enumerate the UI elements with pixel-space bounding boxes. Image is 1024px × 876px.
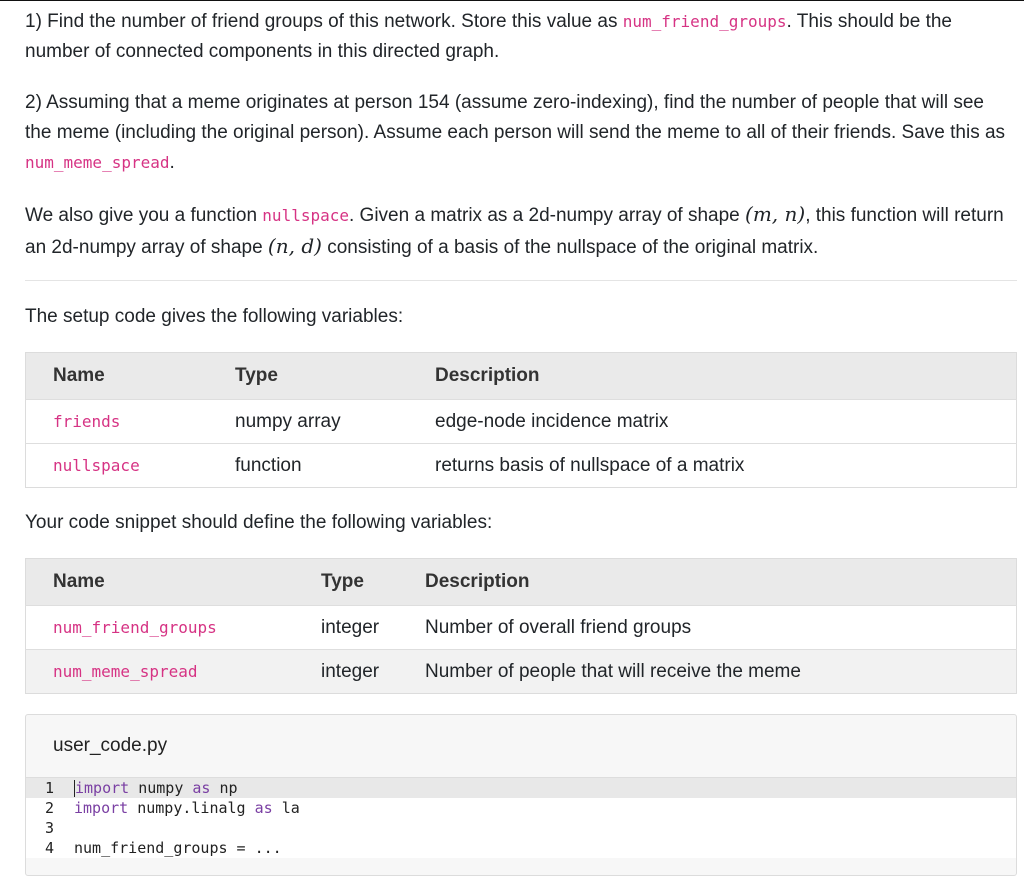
code-editor[interactable]: 1 import numpy as np 2 import numpy.lina… xyxy=(26,777,1016,858)
table-header-row: Name Type Description xyxy=(25,558,1017,606)
table-row: friends numpy array edge-node incidence … xyxy=(25,399,1017,444)
cell-name: num_meme_spread xyxy=(25,649,321,694)
table-row: nullspace function returns basis of null… xyxy=(25,443,1017,488)
code-token: numpy xyxy=(129,779,193,797)
keyword-as: as xyxy=(192,779,211,797)
code-line-text: import numpy as np xyxy=(64,778,238,798)
cell-type: numpy array xyxy=(235,399,435,444)
instruction-text: 2) Assuming that a meme originates at pe… xyxy=(25,92,1006,143)
instruction-paragraph-3: We also give you a function nullspace. G… xyxy=(25,199,1015,263)
inline-code-num-friend-groups: num_friend_groups xyxy=(622,12,787,31)
cell-description: Number of people that will receive the m… xyxy=(425,649,1017,694)
define-variables-table: Name Type Description num_friend_groups … xyxy=(25,558,1017,694)
line-number: 2 xyxy=(44,799,54,817)
code-line[interactable]: 4 num_friend_groups = ... xyxy=(26,838,1016,858)
keyword-as: as xyxy=(254,799,273,817)
cell-type: integer xyxy=(321,605,425,650)
setup-variables-table: Name Type Description friends numpy arra… xyxy=(25,352,1017,488)
top-rule xyxy=(0,0,1024,1)
code-editor-panel: user_code.py 1 import numpy as np 2 impo… xyxy=(25,714,1017,876)
math-shape-n-d: (n, d) xyxy=(267,234,322,258)
divider xyxy=(25,280,1017,281)
cell-description: edge-node incidence matrix xyxy=(435,399,1017,444)
inline-code-num-meme-spread: num_meme_spread xyxy=(25,153,170,172)
instruction-text: . Given a matrix as a 2d-numpy array of … xyxy=(349,205,746,226)
cell-name: friends xyxy=(25,399,235,444)
table-header-row: Name Type Description xyxy=(25,352,1017,400)
setup-intro: The setup code gives the following varia… xyxy=(25,306,404,327)
code-token: la xyxy=(272,799,300,817)
line-number: 3 xyxy=(44,819,54,837)
instruction-text: 1) Find the number of friend groups of t… xyxy=(25,11,623,32)
column-header-description: Description xyxy=(435,352,1017,400)
math-shape-m-n: (m, n) xyxy=(745,202,806,226)
code-line[interactable]: 2 import numpy.linalg as la xyxy=(26,798,1016,818)
inline-code-nullspace: nullspace xyxy=(262,206,349,225)
cell-name: nullspace xyxy=(25,443,235,488)
column-header-type: Type xyxy=(321,558,425,606)
table-row: num_meme_spread integer Number of people… xyxy=(25,649,1017,694)
cell-type: integer xyxy=(321,649,425,694)
code-token: numpy.linalg xyxy=(128,799,255,817)
code-token: np xyxy=(210,779,238,797)
line-number: 1 xyxy=(44,779,54,797)
instruction-text: . xyxy=(169,152,175,173)
code-line[interactable]: 1 import numpy as np xyxy=(26,778,1016,798)
column-header-name: Name xyxy=(25,352,235,400)
instruction-text: We also give you a function xyxy=(25,205,263,226)
cell-type: function xyxy=(235,443,435,488)
instruction-paragraph-1: 1) Find the number of friend groups of t… xyxy=(25,7,1015,67)
cell-name: num_friend_groups xyxy=(25,605,321,650)
column-header-name: Name xyxy=(25,558,321,606)
instruction-text: consisting of a basis of the nullspace o… xyxy=(321,237,819,258)
editor-filename: user_code.py xyxy=(53,735,168,756)
instruction-paragraph-2: 2) Assuming that a meme originates at pe… xyxy=(25,88,1015,178)
define-intro: Your code snippet should define the foll… xyxy=(25,512,493,533)
code-line-text: import numpy.linalg as la xyxy=(64,798,300,818)
table-row: num_friend_groups integer Number of over… xyxy=(25,605,1017,650)
column-header-type: Type xyxy=(235,352,435,400)
line-number: 4 xyxy=(44,839,54,857)
column-header-description: Description xyxy=(425,558,1017,606)
keyword-import: import xyxy=(75,779,130,797)
cell-description: Number of overall friend groups xyxy=(425,605,1017,650)
code-line[interactable]: 3 xyxy=(26,818,1016,838)
cell-description: returns basis of nullspace of a matrix xyxy=(435,443,1017,488)
keyword-import: import xyxy=(74,799,129,817)
code-line-text: num_friend_groups = ... xyxy=(74,839,282,857)
